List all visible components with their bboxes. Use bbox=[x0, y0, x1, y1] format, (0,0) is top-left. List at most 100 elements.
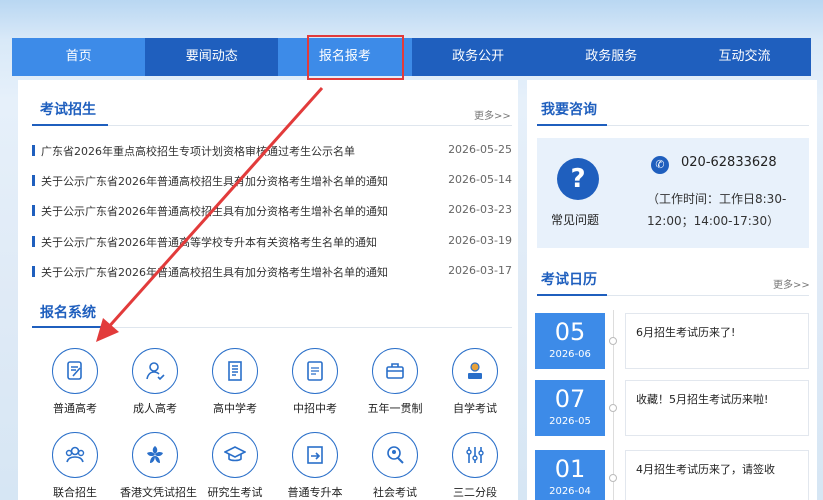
news-date: 2026-03-19 bbox=[448, 234, 512, 247]
exam-divider bbox=[108, 125, 512, 126]
consult-section-title: 我要咨询 bbox=[541, 102, 597, 118]
group-icon bbox=[52, 432, 98, 478]
timeline-dot bbox=[609, 337, 617, 345]
reg-item-label: 自学考试 bbox=[453, 402, 497, 415]
reg-item-label: 成人高考 bbox=[133, 402, 177, 415]
sliders-icon bbox=[452, 432, 498, 478]
reg-item-hkdse[interactable]: 香港文凭试招生 bbox=[120, 432, 197, 500]
reg-item-label: 香港文凭试招生 bbox=[120, 486, 197, 499]
news-title[interactable]: 关于公示广东省2026年普通高等学校专升本有关资格考生名单的通知 bbox=[41, 234, 377, 250]
main-nav: 首页 要闻动态 报名报考 政务公开 政务服务 互动交流 bbox=[12, 38, 811, 76]
news-title[interactable]: 关于公示广东省2026年普通高校招生具有加分资格考生增补名单的通知 bbox=[41, 264, 388, 280]
news-row[interactable]: 关于公示广东省2026年普通高等学校专升本有关资格考生名单的通知 2026-03… bbox=[32, 233, 512, 251]
side-panel: 我要咨询 ? 常见问题 ✆ 020-62833628 （工作时间：工作日8:30… bbox=[527, 80, 817, 500]
news-title[interactable]: 广东省2026年重点高校招生专项计划资格审核通过考生公示名单 bbox=[41, 143, 355, 159]
reg-item-label: 普通专升本 bbox=[287, 486, 343, 499]
news-bullet bbox=[32, 175, 35, 186]
calendar-month: 2026-06 bbox=[549, 349, 591, 360]
news-title[interactable]: 关于公示广东省2026年普通高校招生具有加分资格考生增补名单的通知 bbox=[41, 173, 388, 189]
timeline-dot bbox=[609, 404, 617, 412]
reg-item-zhongkao[interactable]: 中招中考 bbox=[280, 348, 350, 418]
news-row[interactable]: 关于公示广东省2026年普通高校招生具有加分资格考生增补名单的通知 2026-0… bbox=[32, 172, 512, 190]
calendar-day: 07 bbox=[554, 385, 586, 413]
reg-item-adult[interactable]: 成人高考 bbox=[120, 348, 190, 418]
consult-divider bbox=[607, 125, 809, 126]
reg-item-32[interactable]: 三二分段 bbox=[440, 432, 510, 500]
reg-section-title: 报名系统 bbox=[40, 305, 96, 321]
calendar-date-badge: 05 2026-06 bbox=[535, 313, 605, 369]
nav-government-affairs[interactable]: 政务公开 bbox=[412, 38, 545, 76]
faq-link[interactable]: 常见问题 bbox=[551, 211, 599, 228]
reg-item-upgrade[interactable]: 普通专升本 bbox=[280, 432, 350, 500]
reg-item-five-year[interactable]: 五年一贯制 bbox=[360, 348, 430, 418]
reg-item-social[interactable]: 社会考试 bbox=[360, 432, 430, 500]
news-date: 2026-05-25 bbox=[448, 143, 512, 156]
news-bullet bbox=[32, 145, 35, 156]
header-sky-banner bbox=[0, 0, 823, 40]
calendar-month: 2026-04 bbox=[549, 486, 591, 497]
self-study-icon bbox=[452, 348, 498, 394]
phone-number: 020-62833628 bbox=[681, 155, 777, 170]
work-hours: （工作时间：工作日8:30-12:00；14:00-17:30） bbox=[647, 192, 787, 228]
exam-section-title: 考试招生 bbox=[40, 102, 96, 118]
reg-divider bbox=[108, 327, 512, 328]
calendar-entry[interactable]: 4月招生考试历来了，请签收 bbox=[625, 450, 809, 500]
graduation-cap-icon bbox=[212, 432, 258, 478]
briefcase-icon bbox=[372, 348, 418, 394]
nav-home[interactable]: 首页 bbox=[12, 38, 146, 76]
calendar-section-title: 考试日历 bbox=[541, 272, 597, 288]
news-date: 2026-03-17 bbox=[448, 264, 512, 277]
reg-item-label: 高中学考 bbox=[213, 402, 257, 415]
news-row[interactable]: 关于公示广东省2026年普通高校招生具有加分资格考生增补名单的通知 2026-0… bbox=[32, 202, 512, 220]
nav-interaction[interactable]: 互动交流 bbox=[678, 38, 811, 76]
calendar-date-badge: 07 2026-05 bbox=[535, 380, 605, 436]
calendar-more-link[interactable]: 更多>> bbox=[773, 276, 810, 291]
reg-item-label: 三二分段 bbox=[453, 486, 497, 499]
reg-item-label: 五年一贯制 bbox=[367, 402, 423, 415]
news-row[interactable]: 广东省2026年重点高校招生专项计划资格审核通过考生公示名单 2026-05-2… bbox=[32, 142, 512, 160]
news-row[interactable]: 关于公示广东省2026年普通高校招生具有加分资格考生增补名单的通知 2026-0… bbox=[32, 263, 512, 281]
reg-item-label: 研究生考试 bbox=[207, 486, 263, 499]
reg-item-xuekao[interactable]: 高中学考 bbox=[200, 348, 270, 418]
reg-item-label: 中招中考 bbox=[293, 402, 337, 415]
news-title[interactable]: 关于公示广东省2026年普通高校招生具有加分资格考生增补名单的通知 bbox=[41, 203, 388, 219]
news-date: 2026-03-23 bbox=[448, 203, 512, 216]
nav-news[interactable]: 要闻动态 bbox=[145, 38, 278, 76]
exam-paper-icon bbox=[52, 348, 98, 394]
reg-item-gaokao[interactable]: 普通高考 bbox=[40, 348, 110, 418]
main-panel: 考试招生 更多>> 广东省2026年重点高校招生专项计划资格审核通过考生公示名单… bbox=[18, 80, 518, 500]
reg-item-label: 社会考试 bbox=[373, 486, 417, 499]
id-person-icon bbox=[372, 432, 418, 478]
reg-item-label: 普通高考 bbox=[53, 402, 97, 415]
calendar-date-badge: 01 2026-04 bbox=[535, 450, 605, 500]
exam-title-underline bbox=[32, 124, 108, 126]
news-date: 2026-05-14 bbox=[448, 173, 512, 186]
bauhinia-icon bbox=[132, 432, 178, 478]
nav-government-services[interactable]: 政务服务 bbox=[545, 38, 678, 76]
reg-item-label: 联合招生 bbox=[53, 486, 97, 499]
calendar-entry[interactable]: 6月招生考试历来了! bbox=[625, 313, 809, 369]
calendar-month: 2026-05 bbox=[549, 416, 591, 427]
calendar-title-underline bbox=[537, 294, 607, 296]
calendar-divider bbox=[607, 295, 809, 296]
notebook-icon bbox=[212, 348, 258, 394]
news-bullet bbox=[32, 266, 35, 277]
exam-more-link[interactable]: 更多>> bbox=[474, 107, 511, 122]
calendar-day: 01 bbox=[554, 455, 586, 483]
upgrade-icon bbox=[292, 432, 338, 478]
adult-user-icon bbox=[132, 348, 178, 394]
calendar-entry[interactable]: 收藏！5月招生考试历来啦! bbox=[625, 380, 809, 436]
phone-icon: ✆ bbox=[651, 156, 669, 174]
news-bullet bbox=[32, 236, 35, 247]
timeline-dot bbox=[609, 474, 617, 482]
calendar-day: 05 bbox=[554, 318, 586, 346]
question-icon[interactable]: ? bbox=[557, 158, 599, 200]
consult-title-underline bbox=[537, 124, 607, 126]
reg-item-self-study[interactable]: 自学考试 bbox=[440, 348, 510, 418]
news-bullet bbox=[32, 205, 35, 216]
reg-item-joint[interactable]: 联合招生 bbox=[40, 432, 110, 500]
reg-title-underline bbox=[32, 326, 108, 328]
highlight-box bbox=[307, 35, 404, 80]
reg-item-postgrad[interactable]: 研究生考试 bbox=[200, 432, 270, 500]
consult-box: ? 常见问题 ✆ 020-62833628 （工作时间：工作日8:30-12:0… bbox=[537, 138, 809, 248]
